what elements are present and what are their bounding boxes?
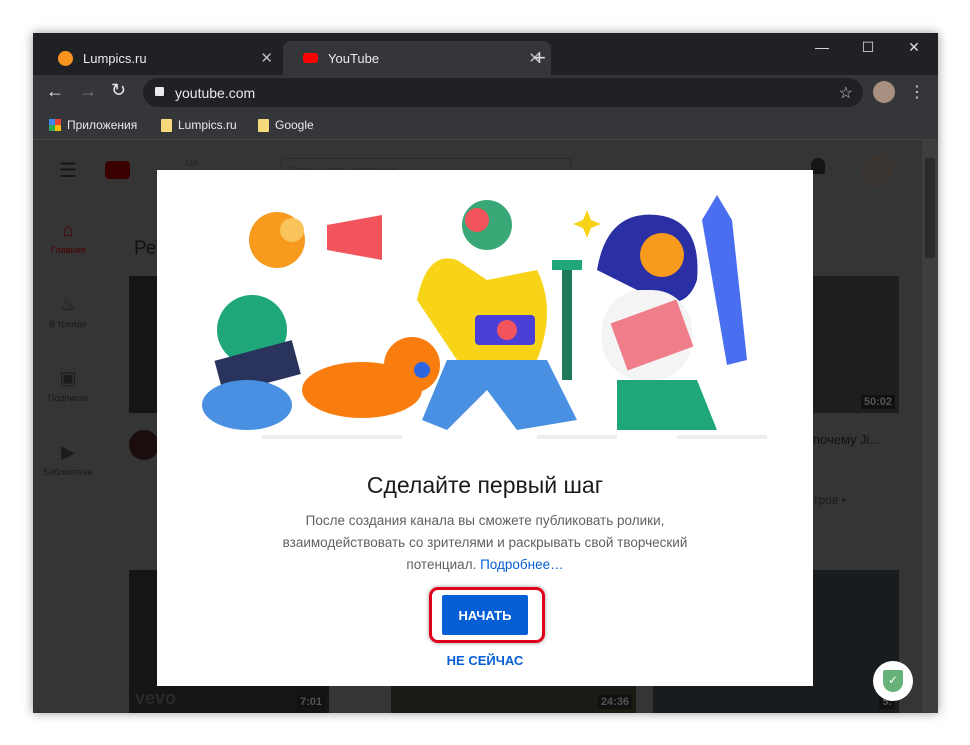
tab-lumpics[interactable]: Lumpics.ru ✕ <box>38 41 283 75</box>
adguard-shield-icon[interactable]: ✓ <box>873 661 913 701</box>
youtube-icon <box>303 53 318 63</box>
hamburger-icon[interactable]: ☰ <box>59 158 77 183</box>
tab-youtube[interactable]: YouTube ✕ <box>283 41 551 75</box>
scrollbar-thumb[interactable] <box>925 158 935 258</box>
dialog-description: После создания канала вы сможете публико… <box>247 510 723 576</box>
vevo-logo: vevo <box>135 688 177 708</box>
star-icon[interactable]: ☆ <box>839 83 853 103</box>
sidebar-item-library[interactable]: ▶ Библиотека <box>33 442 103 477</box>
folder-icon <box>161 118 172 132</box>
sidebar-label: В тренде <box>49 319 87 329</box>
profile-avatar[interactable] <box>873 81 895 103</box>
bookmark-label: Lumpics.ru <box>178 118 237 132</box>
sidebar-label: Подписки <box>48 393 88 403</box>
new-tab-button[interactable]: + <box>533 45 546 71</box>
channel-avatar[interactable] <box>129 430 159 460</box>
sidebar-label: Библиотека <box>43 467 93 477</box>
bookmark-label: Приложения <box>67 118 138 132</box>
bookmark-lumpics[interactable]: Lumpics.ru <box>161 118 237 132</box>
close-tab-icon[interactable]: ✕ <box>260 49 273 67</box>
subscriptions-icon: ▣ <box>59 368 77 388</box>
tab-title: Lumpics.ru <box>83 50 147 66</box>
tab-bar: Lumpics.ru ✕ YouTube ✕ + — ☐ ✕ <box>33 33 938 75</box>
bookmark-label: Google <box>275 118 314 132</box>
fire-icon: ♨ <box>59 294 77 314</box>
home-icon: ⌂ <box>62 220 74 240</box>
dialog-title: Сделайте первый шаг <box>366 472 604 498</box>
sidebar-label: Главная <box>50 245 86 255</box>
orange-icon <box>58 50 73 66</box>
youtube-logo[interactable] <box>105 161 130 179</box>
not-now-button[interactable]: НЕ СЕЙЧАС <box>157 653 813 668</box>
video-thumbnail[interactable] <box>129 276 159 413</box>
minimize-button[interactable]: — <box>799 33 845 61</box>
back-icon[interactable]: ← <box>46 81 64 102</box>
sidebar-item-subscriptions[interactable]: ▣ Подписки <box>33 368 103 403</box>
bookmark-google[interactable]: Google <box>258 118 314 132</box>
video-title[interactable]: почему Ji... <box>813 429 893 450</box>
video-duration: 24:36 <box>597 695 632 709</box>
bell-icon[interactable] <box>811 158 825 174</box>
bookmarks-bar: Приложения Lumpics.ru Google <box>33 110 938 140</box>
address-bar[interactable]: youtube.com ☆ <box>143 78 863 107</box>
region-label: UA <box>186 158 199 168</box>
creators-illustration <box>202 195 767 439</box>
library-icon: ▶ <box>61 442 75 462</box>
sidebar-item-trending[interactable]: ♨ В тренде <box>33 294 103 329</box>
close-window-button[interactable]: ✕ <box>891 33 937 61</box>
bookmark-apps[interactable]: Приложения <box>49 118 137 132</box>
apps-grid-icon <box>49 119 61 131</box>
start-button[interactable]: НАЧАТЬ <box>442 595 528 635</box>
reload-icon[interactable]: ↻ <box>111 80 126 101</box>
maximize-button[interactable]: ☐ <box>845 33 891 61</box>
not-now-label: НЕ СЕЙЧАС <box>446 653 524 668</box>
tab-title: YouTube <box>328 50 380 66</box>
scrollbar[interactable] <box>922 140 938 713</box>
toolbar: ← → ↻ youtube.com ☆ ⋮ <box>33 75 938 110</box>
forward-icon[interactable]: → <box>79 81 97 102</box>
video-meta: тров • <box>813 493 846 507</box>
folder-icon <box>258 118 269 132</box>
menu-icon[interactable]: ⋮ <box>909 82 925 102</box>
sidebar-item-home[interactable]: ⌂ Главная <box>33 220 103 255</box>
account-avatar[interactable] <box>861 155 893 187</box>
video-duration: 7:01 <box>296 695 325 709</box>
lock-icon <box>155 87 164 96</box>
create-channel-dialog: Сделайте первый шаг После создания канал… <box>157 170 813 686</box>
url-text: youtube.com <box>175 84 256 101</box>
video-thumbnail[interactable]: 50:02 <box>813 276 899 413</box>
learn-more-link[interactable]: Подробнее… <box>480 557 564 572</box>
check-icon: ✓ <box>883 670 903 692</box>
video-duration: 50:02 <box>860 395 895 409</box>
